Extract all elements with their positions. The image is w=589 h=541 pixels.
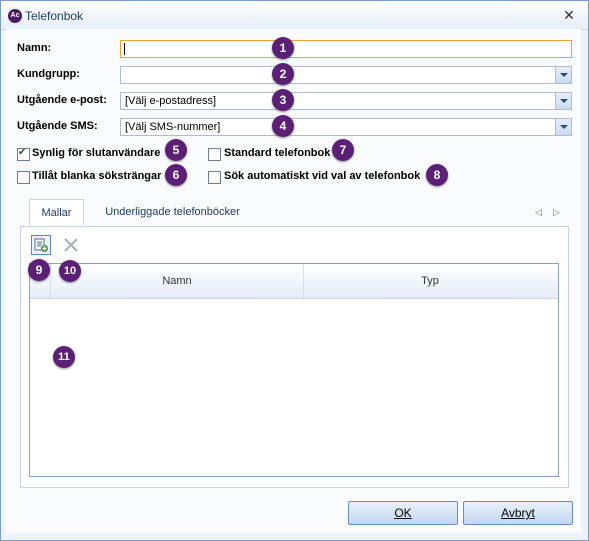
callout-badge: 7 bbox=[332, 139, 354, 161]
tab-next-icon[interactable]: ▷ bbox=[553, 207, 560, 218]
close-icon[interactable]: ✕ bbox=[561, 7, 577, 23]
chevron-down-icon[interactable] bbox=[555, 119, 571, 135]
outgoing-sms-label: Utgående SMS: bbox=[17, 120, 98, 132]
customer-group-label: Kundgrupp: bbox=[17, 68, 80, 80]
text-caret bbox=[124, 43, 125, 55]
title-bar: Ac Telefonbok ✕ bbox=[1, 1, 588, 30]
callout-badge: 4 bbox=[272, 115, 294, 137]
cancel-button[interactable]: Avbryt bbox=[463, 501, 573, 525]
chevron-down-icon[interactable] bbox=[555, 93, 571, 109]
outgoing-email-select[interactable]: [Välj e-postadress] bbox=[120, 92, 572, 110]
grid-header: Namn Typ bbox=[30, 264, 558, 299]
tab-templates[interactable]: Mallar bbox=[29, 199, 84, 225]
outgoing-email-label: Utgående e-post: bbox=[17, 94, 107, 106]
delete-template-button[interactable] bbox=[61, 235, 81, 255]
outgoing-email-value: [Välj e-postadress] bbox=[125, 95, 217, 107]
callout-badge: 6 bbox=[165, 164, 187, 186]
callout-badge: 5 bbox=[165, 139, 187, 161]
chevron-down-icon[interactable] bbox=[555, 67, 571, 83]
name-input[interactable] bbox=[120, 40, 572, 58]
callout-badge: 1 bbox=[272, 37, 294, 59]
name-label: Namn: bbox=[17, 42, 52, 54]
add-document-icon bbox=[34, 238, 48, 252]
callout-badge: 10 bbox=[59, 260, 81, 282]
cancel-label: Avbryt bbox=[501, 506, 535, 520]
column-header-name[interactable]: Namn bbox=[51, 264, 304, 298]
tab-prev-icon[interactable]: ◁ bbox=[535, 207, 542, 218]
callout-badge: 11 bbox=[53, 346, 75, 368]
outgoing-sms-select[interactable]: [Välj SMS-nummer] bbox=[120, 118, 572, 136]
callout-badge: 9 bbox=[28, 259, 50, 281]
callout-badge: 3 bbox=[272, 89, 294, 111]
allow-empty-search-label: Tillåt blanka söksträngar bbox=[32, 170, 162, 182]
column-header-type[interactable]: Typ bbox=[304, 264, 556, 298]
callout-badge: 8 bbox=[426, 164, 448, 186]
standard-phonebook-label: Standard telefonbok bbox=[224, 147, 331, 159]
templates-grid[interactable]: Namn Typ bbox=[29, 263, 559, 477]
delete-icon bbox=[64, 238, 78, 252]
ok-button[interactable]: OK bbox=[348, 501, 458, 525]
ok-label: OK bbox=[394, 506, 412, 520]
auto-search-checkbox[interactable] bbox=[208, 171, 221, 184]
callout-badge: 2 bbox=[272, 63, 294, 85]
window-title: Telefonbok bbox=[25, 9, 84, 23]
visible-for-end-user-checkbox[interactable] bbox=[17, 147, 30, 161]
visible-for-end-user-label: Synlig för slutanvändare bbox=[32, 147, 161, 159]
customer-group-select[interactable] bbox=[120, 66, 572, 84]
auto-search-label: Sök automatiskt vid val av telefonbok bbox=[224, 170, 421, 182]
add-template-button[interactable] bbox=[31, 235, 51, 255]
app-logo-icon: Ac bbox=[8, 9, 22, 23]
allow-empty-search-checkbox[interactable] bbox=[17, 171, 30, 184]
outgoing-sms-value: [Välj SMS-nummer] bbox=[125, 121, 221, 133]
tab-underlying-phonebooks[interactable]: Underliggade telefonböcker bbox=[90, 199, 255, 225]
standard-phonebook-checkbox[interactable] bbox=[208, 148, 221, 161]
